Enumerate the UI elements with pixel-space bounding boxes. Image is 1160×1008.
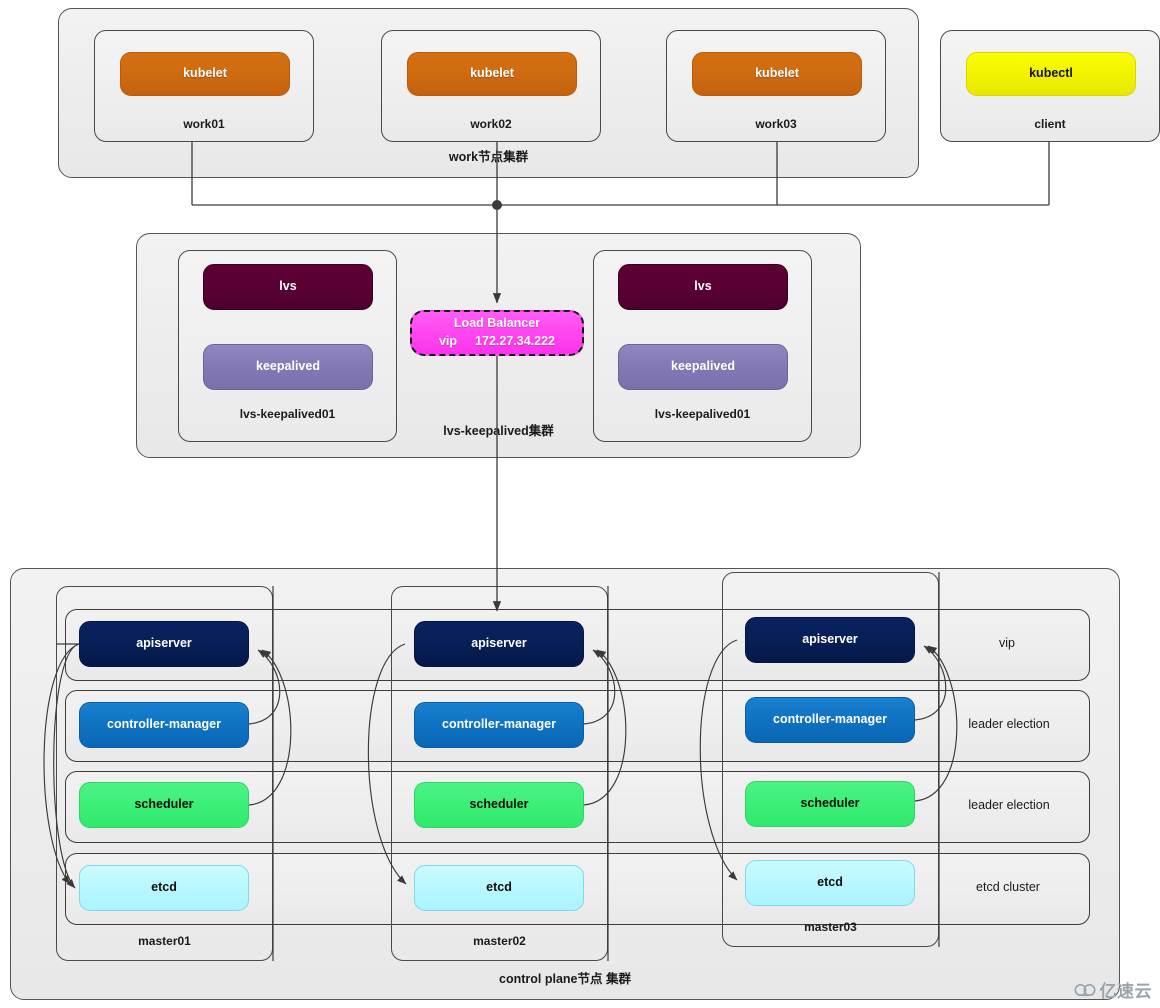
master-label-master03: master03 — [804, 920, 857, 934]
component-etcd-master02: etcd — [414, 865, 584, 911]
watermark: 亿速云 — [1074, 977, 1153, 1002]
cloud-logo-icon — [1074, 983, 1095, 996]
component-lvs-right: lvs — [618, 264, 788, 310]
load-balancer-title: Load Balancer — [453, 316, 541, 331]
work-node-label-work01: work01 — [183, 117, 225, 131]
component-lvs-left: lvs — [203, 264, 373, 310]
lvs-node-left: lvs keepalived lvs-keepalived01 — [178, 250, 397, 442]
role-label-vip: vip — [999, 636, 1015, 650]
component-kubectl: kubectl — [966, 52, 1136, 96]
client-node-label: client — [1034, 117, 1066, 131]
load-balancer-vip-value: 172.27.34.222 — [475, 334, 555, 348]
component-scheduler-master02: scheduler — [414, 782, 584, 828]
component-keepalived-left: keepalived — [203, 344, 373, 390]
component-controller-manager-master02: controller-manager — [414, 702, 584, 748]
work-node-work01: kubelet work01 — [94, 30, 314, 142]
lvs-node-label-left: lvs-keepalived01 — [239, 407, 336, 421]
client-node: kubectl client — [940, 30, 1160, 142]
component-controller-manager-master01: controller-manager — [79, 702, 249, 748]
role-label-cm: leader election — [968, 717, 1050, 731]
component-etcd-master01: etcd — [79, 865, 249, 911]
diagram-canvas: work节点集群 kubelet work01 kubelet work02 k… — [0, 0, 1160, 1008]
work-node-label-work02: work02 — [470, 117, 512, 131]
role-label-etcd-cluster: etcd cluster — [976, 880, 1040, 894]
lvs-node-label-right: lvs-keepalived01 — [654, 407, 751, 421]
component-apiserver-master02: apiserver — [414, 621, 584, 667]
control-plane-caption: control plane节点 集群 — [499, 972, 631, 986]
component-kubelet-work03: kubelet — [692, 52, 862, 96]
load-balancer-box: Load Balancer vip 172.27.34.222 — [410, 310, 584, 356]
master-label-master01: master01 — [138, 934, 191, 948]
component-keepalived-right: keepalived — [618, 344, 788, 390]
component-kubelet-work02: kubelet — [407, 52, 577, 96]
lvs-node-right: lvs keepalived lvs-keepalived01 — [593, 250, 812, 442]
master-label-master02: master02 — [473, 934, 526, 948]
component-apiserver-master01: apiserver — [79, 621, 249, 667]
component-scheduler-master03: scheduler — [745, 781, 915, 827]
component-controller-manager-master03: controller-manager — [745, 697, 915, 743]
component-apiserver-master03: apiserver — [745, 617, 915, 663]
component-etcd-master03: etcd — [745, 860, 915, 906]
component-scheduler-master01: scheduler — [79, 782, 249, 828]
work-node-work02: kubelet work02 — [381, 30, 601, 142]
work-node-work03: kubelet work03 — [666, 30, 886, 142]
component-kubelet-work01: kubelet — [120, 52, 290, 96]
load-balancer-vip-label: vip — [438, 334, 458, 348]
work-cluster-caption: work节点集群 — [448, 150, 529, 164]
role-label-sched: leader election — [968, 798, 1050, 812]
work-node-label-work03: work03 — [755, 117, 797, 131]
watermark-text: 亿速云 — [1099, 982, 1152, 1001]
